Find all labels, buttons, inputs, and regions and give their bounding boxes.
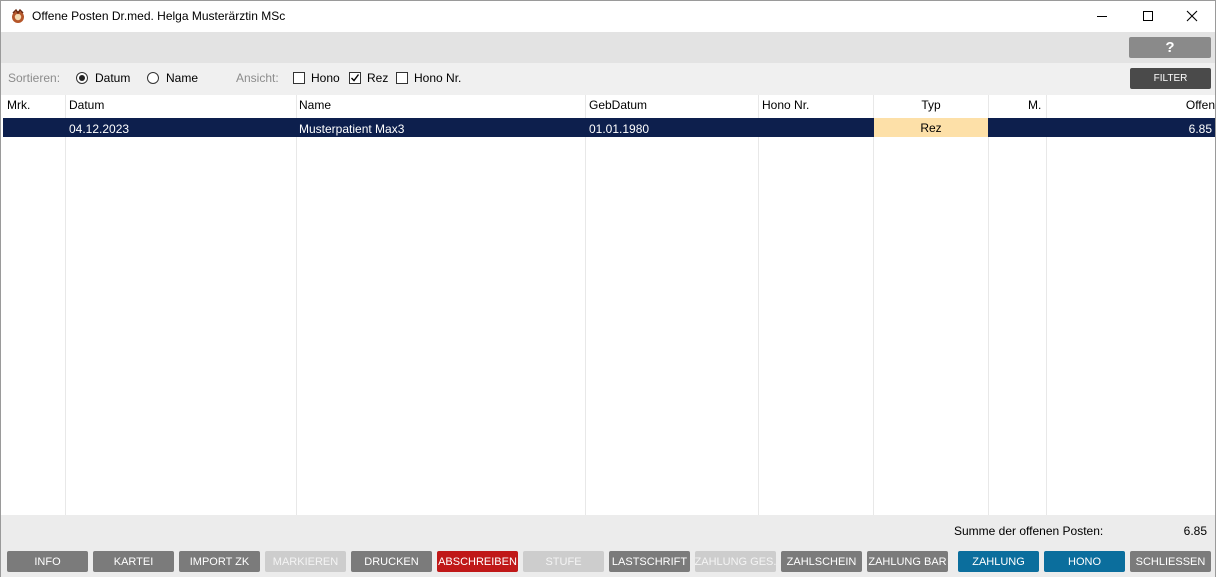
view-hono-nr-checkbox[interactable] bbox=[396, 72, 408, 84]
header-name[interactable]: Name bbox=[299, 98, 331, 112]
cell-name[interactable]: Musterpatient Max3 bbox=[299, 122, 404, 136]
summary-bar: Summe der offenen Posten: 6.85 bbox=[1, 515, 1215, 547]
options-row: Sortieren: Datum Name Ansicht: Hono Rez … bbox=[1, 63, 1215, 95]
zahlschein-button[interactable]: ZAHLSCHEIN bbox=[781, 551, 862, 572]
header-datum[interactable]: Datum bbox=[69, 98, 104, 112]
cell-gebdatum[interactable]: 01.01.1980 bbox=[589, 122, 649, 136]
help-button[interactable]: ? bbox=[1129, 37, 1211, 58]
cell-typ[interactable]: Rez bbox=[874, 118, 988, 137]
kartei-button[interactable]: KARTEI bbox=[93, 551, 174, 572]
sort-name-label: Name bbox=[166, 71, 199, 85]
checkmark-icon bbox=[351, 74, 360, 82]
view-rez-label: Rez bbox=[367, 71, 389, 85]
open-items-table: Mrk. Datum Name GebDatum Hono Nr. Typ M.… bbox=[1, 95, 1215, 515]
close-icon bbox=[1186, 10, 1198, 22]
schliessen-button[interactable]: SCHLIESSEN bbox=[1130, 551, 1211, 572]
close-button[interactable] bbox=[1169, 1, 1215, 31]
help-strip: ? bbox=[1, 32, 1215, 63]
filter-button[interactable]: FILTER bbox=[1130, 68, 1211, 89]
column-divider bbox=[296, 95, 297, 515]
stufe-button[interactable]: STUFE bbox=[523, 551, 604, 572]
info-button[interactable]: INFO bbox=[7, 551, 88, 572]
window-title: Offene Posten Dr.med. Helga Musterärztin… bbox=[32, 9, 286, 23]
maximize-button[interactable] bbox=[1125, 1, 1171, 31]
zahlung-button[interactable]: ZAHLUNG bbox=[958, 551, 1039, 572]
zahlung-ges-button[interactable]: ZAHLUNG GES. bbox=[695, 551, 776, 572]
summary-label: Summe der offenen Posten: bbox=[954, 524, 1104, 538]
header-mrk[interactable]: Mrk. bbox=[7, 98, 30, 112]
view-rez-checkbox[interactable] bbox=[349, 72, 361, 84]
column-divider bbox=[873, 95, 874, 515]
column-divider bbox=[988, 95, 989, 515]
view-hono-option[interactable]: Hono bbox=[293, 71, 340, 85]
view-hono-label: Hono bbox=[311, 71, 340, 85]
zahlung-bar-button[interactable]: ZAHLUNG BAR bbox=[867, 551, 948, 572]
maximize-icon bbox=[1143, 11, 1153, 21]
view-hono-nr-label: Hono Nr. bbox=[414, 71, 462, 85]
view-hono-nr-option[interactable]: Hono Nr. bbox=[396, 71, 461, 85]
drucken-button[interactable]: DRUCKEN bbox=[351, 551, 432, 572]
column-divider bbox=[1046, 95, 1047, 515]
view-hono-checkbox[interactable] bbox=[293, 72, 305, 84]
hono-button[interactable]: HONO bbox=[1044, 551, 1125, 572]
sort-datum-radio[interactable] bbox=[76, 72, 88, 84]
view-rez-option[interactable]: Rez bbox=[349, 71, 388, 85]
header-typ[interactable]: Typ bbox=[874, 98, 988, 112]
sort-name-option[interactable]: Name bbox=[147, 71, 198, 85]
cell-offen[interactable]: 6.85 bbox=[1101, 122, 1212, 136]
title-bar: Offene Posten Dr.med. Helga Musterärztin… bbox=[1, 1, 1215, 32]
header-offen[interactable]: Offen bbox=[1151, 98, 1215, 112]
minimize-icon bbox=[1097, 16, 1107, 17]
sort-datum-option[interactable]: Datum bbox=[76, 71, 130, 85]
column-divider bbox=[758, 95, 759, 515]
header-m[interactable]: M. bbox=[1028, 98, 1041, 112]
view-label: Ansicht: bbox=[236, 71, 279, 85]
column-divider bbox=[65, 95, 66, 515]
minimize-button[interactable] bbox=[1079, 1, 1125, 31]
header-gebdatum[interactable]: GebDatum bbox=[589, 98, 647, 112]
action-button-bar: INFO KARTEI IMPORT ZK MARKIEREN DRUCKEN … bbox=[1, 547, 1215, 577]
app-logo-icon bbox=[10, 8, 26, 24]
header-hono-nr[interactable]: Hono Nr. bbox=[762, 98, 809, 112]
import-zk-button[interactable]: IMPORT ZK bbox=[179, 551, 260, 572]
column-divider bbox=[585, 95, 586, 515]
markieren-button[interactable]: MARKIEREN bbox=[265, 551, 346, 572]
lastschrift-button[interactable]: LASTSCHRIFT bbox=[609, 551, 690, 572]
cell-datum[interactable]: 04.12.2023 bbox=[69, 122, 129, 136]
open-items-window: Offene Posten Dr.med. Helga Musterärztin… bbox=[0, 0, 1216, 577]
summary-value: 6.85 bbox=[1183, 524, 1207, 538]
sort-label: Sortieren: bbox=[8, 71, 61, 85]
sort-name-radio[interactable] bbox=[147, 72, 159, 84]
sort-datum-label: Datum bbox=[95, 71, 131, 85]
abschreiben-button[interactable]: ABSCHREIBEN bbox=[437, 551, 518, 572]
